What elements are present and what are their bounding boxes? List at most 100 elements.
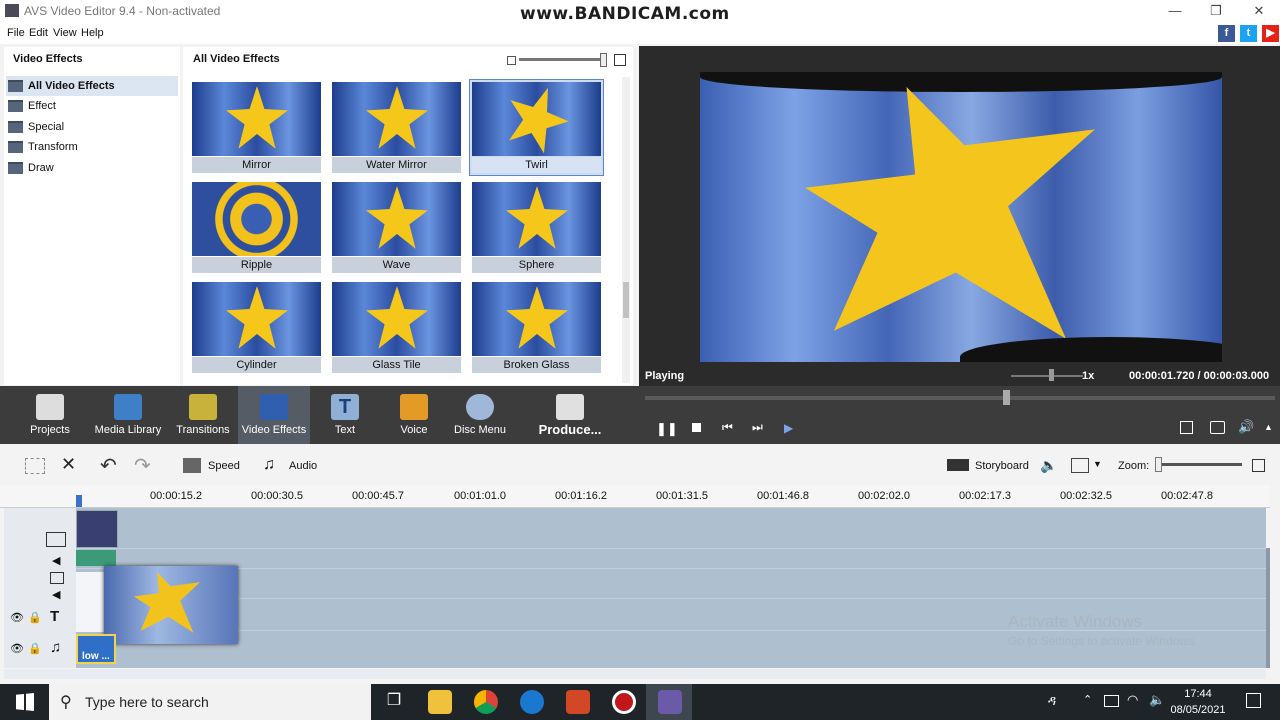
visibility-eye-icon[interactable]: 👁 bbox=[10, 611, 24, 624]
thumbnail-large-icon[interactable] bbox=[614, 54, 626, 66]
slider-handle[interactable] bbox=[600, 53, 607, 67]
category-effect[interactable]: Effect bbox=[6, 96, 178, 116]
effect-sphere[interactable]: Sphere bbox=[469, 179, 604, 276]
wifi-icon[interactable]: ◠ bbox=[1127, 692, 1138, 708]
category-transform[interactable]: Transform bbox=[6, 137, 178, 157]
redo-icon[interactable]: ↷ bbox=[134, 453, 151, 478]
people-icon[interactable]: ዳ bbox=[1048, 693, 1056, 709]
zoom-slider[interactable] bbox=[1155, 463, 1242, 466]
twirl-effect-drag-preview[interactable] bbox=[104, 566, 238, 644]
seekbar-handle[interactable] bbox=[1003, 390, 1010, 405]
audio-clip[interactable]: low ... bbox=[76, 634, 116, 664]
effect-wave[interactable]: Wave bbox=[329, 179, 464, 276]
audio-button[interactable]: Audio bbox=[289, 460, 317, 472]
menu-file[interactable]: File bbox=[7, 27, 25, 39]
bandicam-record-icon[interactable] bbox=[612, 690, 636, 714]
text-track-icon: T bbox=[50, 608, 60, 625]
effects-mute-icon[interactable]: ◀ bbox=[52, 588, 60, 601]
speed-slider-handle[interactable] bbox=[1049, 369, 1054, 381]
task-view-icon[interactable]: ❐ bbox=[382, 690, 406, 714]
playback-seekbar[interactable] bbox=[645, 396, 1275, 400]
video-audio-mute-icon[interactable]: ◀ bbox=[52, 554, 60, 567]
effect-track-segment[interactable] bbox=[76, 572, 104, 632]
volume-icon[interactable]: 🔊 bbox=[1238, 419, 1254, 435]
snapshot-icon[interactable] bbox=[1210, 421, 1225, 434]
speed-button[interactable]: Speed bbox=[208, 460, 240, 472]
projects-button[interactable]: Projects bbox=[20, 386, 80, 444]
undo-icon[interactable]: ↶ bbox=[100, 453, 117, 478]
notifications-icon[interactable] bbox=[1246, 693, 1261, 708]
volume-dropdown-icon[interactable]: ▲ bbox=[1264, 422, 1273, 432]
edge-icon[interactable] bbox=[520, 690, 544, 714]
battery-icon[interactable] bbox=[1104, 695, 1119, 707]
restore-button[interactable]: ❐ bbox=[1201, 1, 1231, 21]
avs-video-editor-icon[interactable] bbox=[658, 690, 682, 714]
chrome-icon[interactable] bbox=[474, 690, 498, 714]
visibility-eye-icon[interactable]: 👁 bbox=[10, 642, 24, 655]
timeline-ruler[interactable]: 00:00:15.2 00:00:30.5 00:00:45.7 00:01:0… bbox=[0, 485, 1270, 508]
windows-start-icon[interactable] bbox=[16, 693, 34, 711]
transitions-button[interactable]: Transitions bbox=[172, 386, 234, 444]
file-explorer-icon[interactable] bbox=[428, 690, 452, 714]
disc-menu-button[interactable]: Disc Menu bbox=[450, 386, 510, 444]
thumbnail-small-icon[interactable] bbox=[507, 56, 516, 65]
category-all-video-effects[interactable]: All Video Effects bbox=[6, 76, 178, 96]
menu-view[interactable]: View bbox=[53, 27, 77, 39]
youtube-icon[interactable]: ▶ bbox=[1262, 25, 1279, 42]
minimize-button[interactable]: — bbox=[1160, 1, 1190, 21]
timeline-vertical-scrollbar[interactable] bbox=[1266, 548, 1270, 668]
audio-mixer-icon[interactable]: 🔈 bbox=[1040, 457, 1057, 474]
stop-icon[interactable] bbox=[692, 423, 701, 432]
effect-glass-tile[interactable]: Glass Tile bbox=[329, 279, 464, 376]
select-all-icon[interactable] bbox=[25, 458, 45, 474]
category-label: Draw bbox=[28, 162, 54, 174]
toolbar-label: Voice bbox=[400, 424, 428, 436]
category-draw[interactable]: Draw bbox=[6, 158, 178, 178]
voice-button[interactable]: Voice bbox=[388, 386, 440, 444]
gallery-scrollbar[interactable] bbox=[622, 77, 630, 383]
scrollbar-thumb[interactable] bbox=[623, 282, 629, 318]
effect-twirl[interactable]: Twirl bbox=[469, 79, 604, 176]
text-button[interactable]: T Text bbox=[318, 386, 372, 444]
effect-water-mirror[interactable]: Water Mirror bbox=[329, 79, 464, 176]
effect-broken-glass[interactable]: Broken Glass bbox=[469, 279, 604, 376]
effect-label: Wave bbox=[332, 257, 461, 273]
video-audio-waveform[interactable] bbox=[76, 550, 116, 566]
pause-icon[interactable]: ❚❚ bbox=[656, 421, 678, 437]
previous-icon[interactable]: ⏮ bbox=[722, 420, 733, 435]
display-mode-icon[interactable] bbox=[1071, 458, 1089, 473]
lock-icon[interactable]: 🔒 bbox=[28, 611, 42, 624]
next-icon[interactable]: ⏭ bbox=[752, 420, 763, 435]
zoom-slider-handle[interactable] bbox=[1155, 457, 1162, 472]
menu-help[interactable]: Help bbox=[81, 27, 104, 39]
produce-button[interactable]: Produce... bbox=[535, 386, 605, 444]
effect-ripple[interactable]: Ripple bbox=[189, 179, 324, 276]
speaker-icon[interactable]: 🔈 bbox=[1149, 692, 1165, 708]
chevron-down-icon[interactable]: ▼ bbox=[1093, 459, 1102, 469]
thumbnail-size-slider[interactable] bbox=[519, 58, 603, 61]
storyboard-button[interactable]: Storyboard bbox=[975, 460, 1029, 472]
playhead-marker[interactable] bbox=[76, 495, 82, 507]
facebook-icon[interactable]: f bbox=[1218, 25, 1235, 42]
effect-cylinder[interactable]: Cylinder bbox=[189, 279, 324, 376]
menu-edit[interactable]: Edit bbox=[29, 27, 48, 39]
media-library-button[interactable]: Media Library bbox=[92, 386, 164, 444]
timeline-horizontal-scrollbar[interactable] bbox=[4, 669, 1266, 679]
close-button[interactable]: ✕ bbox=[1244, 1, 1274, 21]
speed-slider[interactable] bbox=[1011, 375, 1083, 377]
delete-icon[interactable]: ✕ bbox=[61, 454, 76, 475]
fullscreen-icon[interactable] bbox=[1180, 421, 1193, 434]
category-special[interactable]: Special bbox=[6, 117, 178, 137]
taskbar-search[interactable]: ⚲ Type here to search bbox=[49, 684, 371, 720]
video-clip[interactable] bbox=[76, 510, 118, 548]
show-hidden-icons-chevron[interactable]: ⌃ bbox=[1083, 693, 1092, 706]
twitter-icon[interactable]: t bbox=[1240, 25, 1257, 42]
taskbar-clock[interactable]: 17:44 08/05/2021 bbox=[1168, 686, 1228, 718]
fit-timeline-icon[interactable] bbox=[1252, 459, 1265, 472]
effect-mirror[interactable]: Mirror bbox=[189, 79, 324, 176]
video-effects-button[interactable]: Video Effects bbox=[238, 386, 310, 444]
effect-label: Twirl bbox=[472, 157, 601, 173]
go-to-end-icon[interactable]: ▶ bbox=[784, 421, 793, 435]
powerpoint-icon[interactable] bbox=[566, 690, 590, 714]
lock-icon[interactable]: 🔒 bbox=[28, 642, 42, 655]
